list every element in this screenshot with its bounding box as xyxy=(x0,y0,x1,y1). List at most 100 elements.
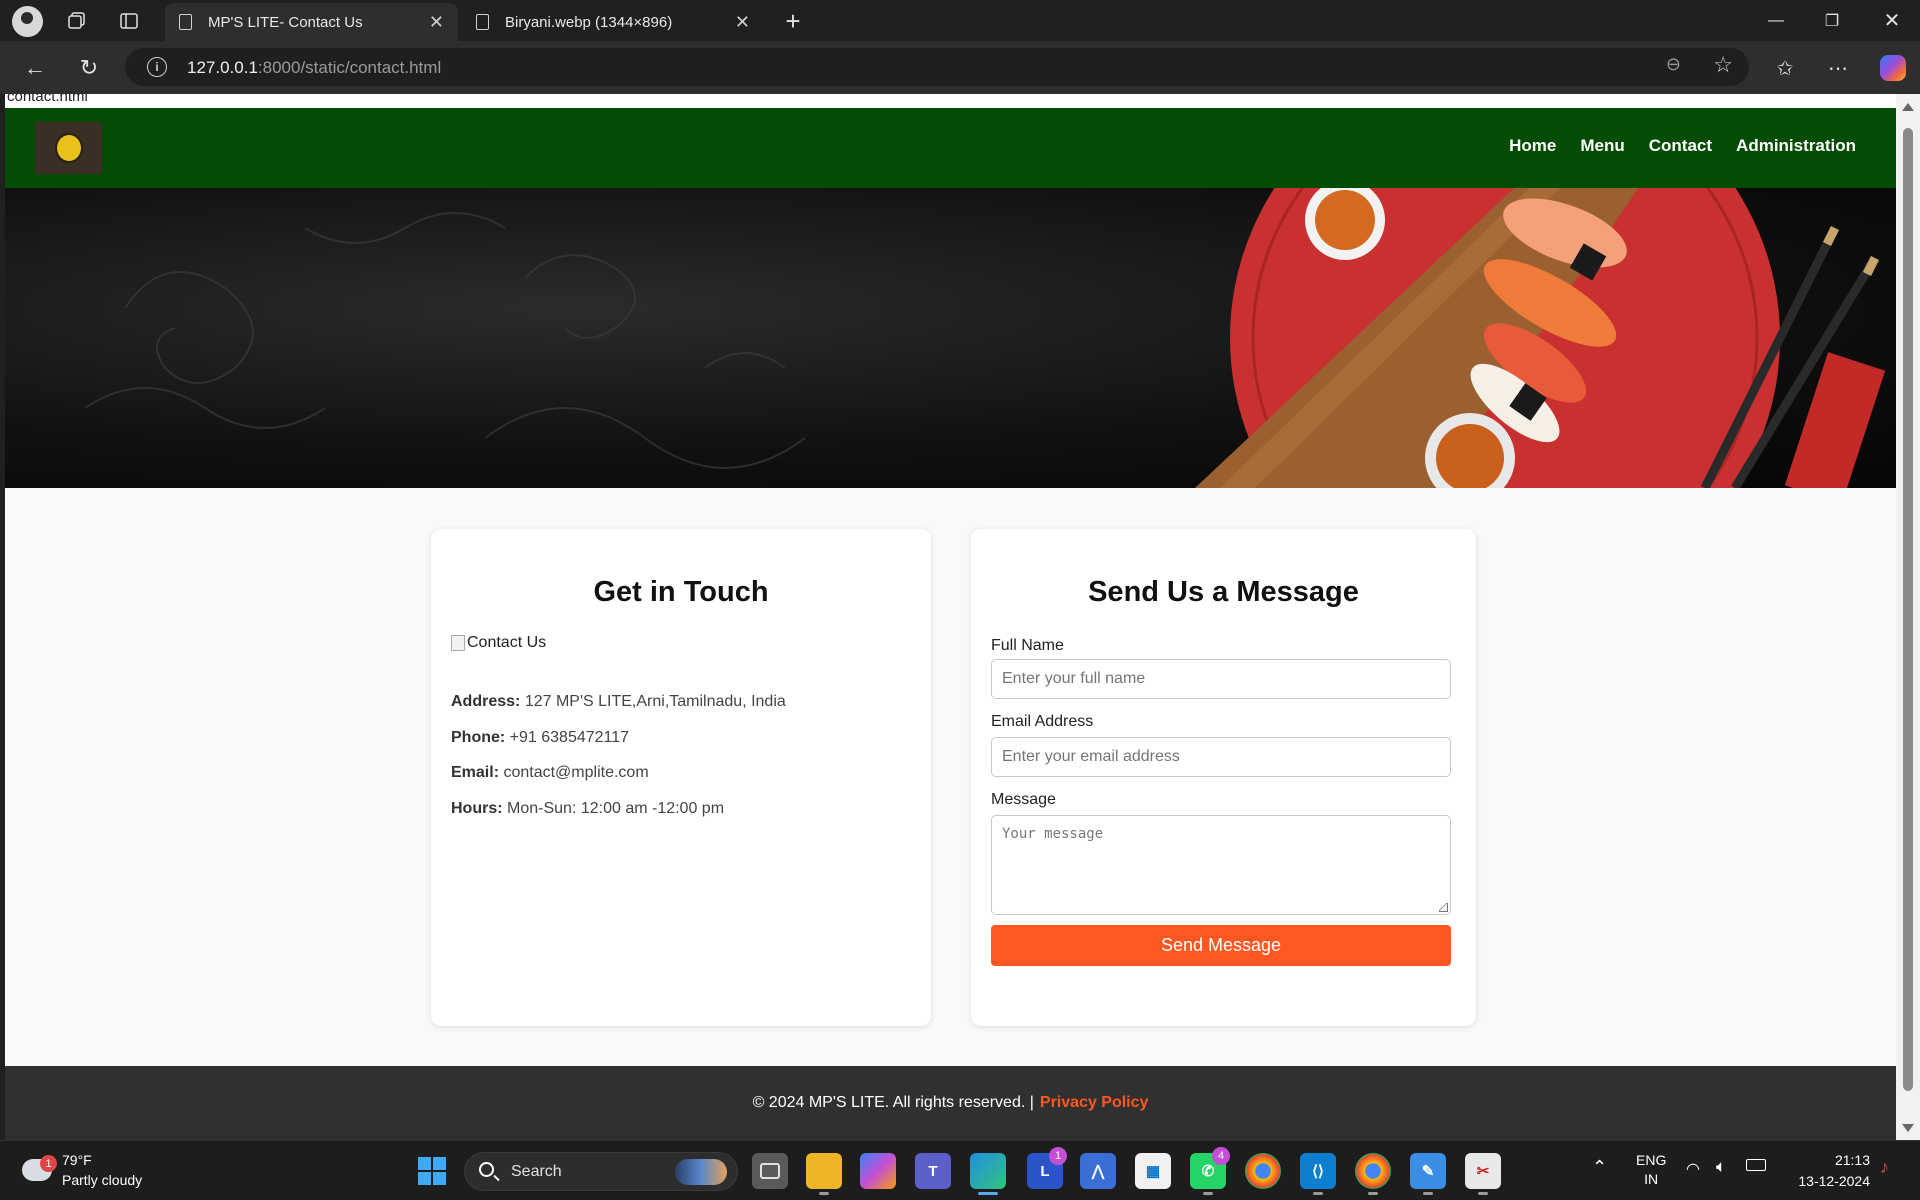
nav-contact[interactable]: Contact xyxy=(1649,136,1712,156)
site-header: Home Menu Contact Administration xyxy=(5,108,1896,188)
tab-actions-icon[interactable] xyxy=(112,4,146,38)
weather-badge: 1 xyxy=(40,1155,57,1172)
system-clock[interactable]: 21:13 13-12-2024 xyxy=(1782,1150,1870,1192)
workspaces-icon[interactable] xyxy=(60,4,94,38)
message-form-card: Send Us a Message Full Name Enter your f… xyxy=(971,529,1476,1026)
scroll-down-icon[interactable] xyxy=(1902,1124,1914,1132)
windows-taskbar: 1 79°F Partly cloudy Search T L1 ⋀ ▦ ✆ 4 ⟨… xyxy=(0,1140,1920,1200)
contact-section: Get in Touch Contact Us Address: 127 MP'… xyxy=(5,488,1896,1068)
hours-line: Hours: Mon-Sun: 12:00 am -12:00 pm xyxy=(451,800,725,817)
edge-icon[interactable] xyxy=(970,1153,1006,1195)
weather-temp: 79°F xyxy=(62,1152,92,1168)
message-textarea[interactable]: Your message xyxy=(991,815,1451,915)
partly-cloudy-icon: 1 xyxy=(18,1151,57,1181)
new-tab-button[interactable]: + xyxy=(776,4,810,38)
notification-bell-icon[interactable]: ♪ xyxy=(1880,1157,1889,1178)
copilot-app-icon[interactable] xyxy=(860,1153,896,1189)
logo-emblem-icon xyxy=(56,135,81,161)
main-nav: Home Menu Contact Administration xyxy=(1509,136,1856,156)
l-app-badge: 1 xyxy=(1049,1147,1067,1165)
nav-menu[interactable]: Menu xyxy=(1580,136,1624,156)
weather-desc: Partly cloudy xyxy=(62,1172,143,1188)
restore-button[interactable]: ❐ xyxy=(1804,0,1860,41)
file-explorer-icon[interactable] xyxy=(806,1153,842,1195)
scroll-up-icon[interactable] xyxy=(1902,103,1914,111)
favorite-star-icon[interactable]: ☆ xyxy=(1713,52,1733,78)
page-scrollbar[interactable] xyxy=(1896,94,1920,1140)
close-tab-icon[interactable]: ✕ xyxy=(429,12,444,33)
l-app-icon[interactable]: L1 xyxy=(1027,1147,1067,1189)
web-page: contact.html Home Menu Contact Administr… xyxy=(5,94,1896,1140)
nav-administration[interactable]: Administration xyxy=(1736,136,1856,156)
page-icon xyxy=(179,14,192,30)
broken-image-icon xyxy=(451,635,465,651)
show-hidden-icons[interactable]: ⌃ xyxy=(1592,1157,1607,1178)
battery-icon[interactable] xyxy=(1746,1159,1766,1171)
url-text[interactable]: 127.0.0.1:8000/static/contact.html xyxy=(187,58,441,78)
whatsapp-badge: 4 xyxy=(1212,1147,1230,1165)
status-tooltip: contact.html xyxy=(5,94,90,105)
tab-title: Biryani.webp (1344×896) xyxy=(505,13,673,31)
browser-toolbar: ← ↻ i 127.0.0.1:8000/static/contact.html… xyxy=(0,41,1920,94)
volume-icon[interactable]: 🔈︎ xyxy=(1716,1157,1726,1177)
snipping-tool-icon[interactable]: ✂ xyxy=(1465,1153,1501,1195)
browser-tab-strip: MP'S LITE- Contact Us ✕ Biryani.webp (13… xyxy=(0,0,1920,41)
scroll-thumb[interactable] xyxy=(1903,128,1913,1091)
copilot-icon[interactable] xyxy=(1876,51,1910,85)
site-footer: © 2024 MP'S LITE. All rights reserved. |… xyxy=(5,1066,1896,1140)
profile-button[interactable] xyxy=(10,4,44,38)
hero-banner-image xyxy=(5,188,1896,488)
contact-info-card: Get in Touch Contact Us Address: 127 MP'… xyxy=(431,529,931,1026)
profile-avatar-icon xyxy=(11,5,43,37)
message-label: Message xyxy=(991,791,1056,808)
search-label: Search xyxy=(511,1163,562,1180)
favorites-icon[interactable]: ✩ xyxy=(1768,51,1802,85)
settings-more-icon[interactable]: ⋯ xyxy=(1821,51,1855,85)
resize-grip-icon[interactable] xyxy=(1439,903,1448,912)
tab-biryani-image[interactable]: Biryani.webp (1344×896) ✕ xyxy=(462,3,764,41)
teams-icon[interactable]: T xyxy=(915,1153,951,1189)
chrome-icon[interactable] xyxy=(1245,1153,1281,1189)
back-button[interactable]: ← xyxy=(18,51,52,85)
reload-button[interactable]: ↻ xyxy=(72,51,106,85)
search-highlight-image xyxy=(675,1159,727,1185)
form-title: Send Us a Message xyxy=(1088,576,1359,608)
chrome-profile-icon[interactable] xyxy=(1355,1153,1391,1195)
close-window-button[interactable]: ✕ xyxy=(1864,0,1920,41)
contact-image-broken: Contact Us xyxy=(451,634,546,652)
language-indicator[interactable]: ENG IN xyxy=(1636,1151,1666,1189)
microsoft-store-icon[interactable]: ▦ xyxy=(1135,1153,1171,1189)
zoom-icon[interactable]: ⊖ xyxy=(1666,54,1681,75)
whatsapp-icon[interactable]: ✆ 4 xyxy=(1190,1147,1230,1195)
page-top-strip xyxy=(5,94,1896,108)
address-line: Address: 127 MP'S LITE,Arni,Tamilnadu, I… xyxy=(451,693,786,710)
site-logo[interactable] xyxy=(35,122,102,174)
contact-form: Full Name Enter your full name Email Add… xyxy=(991,637,1451,966)
start-windows-icon[interactable] xyxy=(418,1157,446,1185)
contact-card-title: Get in Touch xyxy=(593,576,769,608)
vscode-icon[interactable]: ⟨⟩ xyxy=(1300,1153,1336,1195)
tab-contact-us[interactable]: MP'S LITE- Contact Us ✕ xyxy=(165,3,458,41)
search-icon xyxy=(479,1162,494,1177)
task-view-icon[interactable] xyxy=(752,1153,788,1189)
privacy-policy-link[interactable]: Privacy Policy xyxy=(1040,1094,1149,1112)
wifi-icon[interactable]: ◠ xyxy=(1686,1159,1700,1179)
taskbar-search[interactable]: Search xyxy=(464,1152,738,1191)
email-line: Email: contact@mplite.com xyxy=(451,764,649,781)
footer-copyright: © 2024 MP'S LITE. All rights reserved. | xyxy=(752,1094,1034,1111)
minimize-button[interactable]: — xyxy=(1748,0,1804,41)
email-address-label: Email Address xyxy=(991,713,1094,730)
send-message-button[interactable]: Send Message xyxy=(991,925,1451,966)
site-info-icon[interactable]: i xyxy=(147,57,167,77)
phone-line: Phone: +91 6385472117 xyxy=(451,729,630,746)
paint-icon[interactable]: ✎ xyxy=(1410,1153,1446,1195)
tab-title: MP'S LITE- Contact Us xyxy=(208,13,363,31)
page-icon xyxy=(476,14,489,30)
close-tab-icon[interactable]: ✕ xyxy=(735,12,750,33)
full-name-input[interactable]: Enter your full name xyxy=(991,659,1451,699)
weather-widget[interactable]: 1 79°F Partly cloudy xyxy=(18,1150,143,1190)
email-address-input[interactable]: Enter your email address xyxy=(991,737,1451,777)
arc-app-icon[interactable]: ⋀ xyxy=(1080,1153,1116,1189)
nav-home[interactable]: Home xyxy=(1509,136,1556,156)
address-bar[interactable]: i 127.0.0.1:8000/static/contact.html ⊖ ☆ xyxy=(125,48,1749,86)
